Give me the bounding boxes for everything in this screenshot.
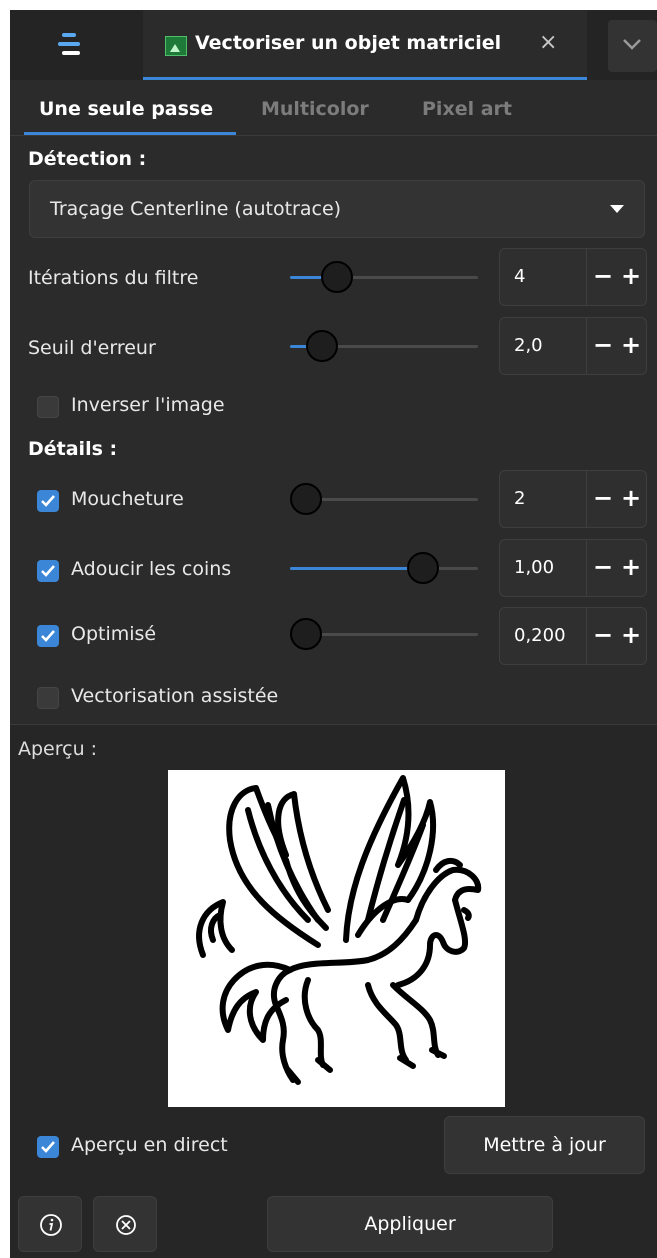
filter-iterations-spinbox[interactable]: 4 − + bbox=[499, 248, 647, 306]
tab-pixel-art[interactable]: Pixel art bbox=[422, 98, 512, 120]
preview-image bbox=[168, 770, 505, 1107]
increment-button[interactable]: + bbox=[621, 262, 641, 290]
info-icon bbox=[40, 1214, 62, 1236]
tab-trace-bitmap[interactable]: Vectoriser un objet matriciel × bbox=[143, 10, 587, 80]
checkmark-icon bbox=[41, 630, 55, 642]
spin-value[interactable]: 2 bbox=[514, 488, 525, 509]
divider bbox=[586, 540, 587, 596]
divider bbox=[10, 135, 657, 136]
image-icon bbox=[165, 36, 187, 56]
apply-button[interactable]: Appliquer bbox=[267, 1196, 553, 1252]
close-icon[interactable]: × bbox=[539, 30, 557, 55]
tab-overflow-button[interactable] bbox=[608, 20, 657, 72]
spin-value[interactable]: 2,0 bbox=[514, 335, 543, 356]
optimize-slider[interactable] bbox=[290, 618, 478, 650]
smooth-corners-checkbox[interactable] bbox=[37, 560, 59, 582]
tab-single-scan[interactable]: Une seule passe bbox=[39, 98, 213, 120]
speckles-checkbox[interactable] bbox=[37, 490, 59, 512]
live-preview-checkbox[interactable] bbox=[37, 1136, 59, 1158]
filter-iterations-slider[interactable] bbox=[290, 261, 478, 293]
decrement-button[interactable]: − bbox=[593, 553, 613, 581]
speckles-label[interactable]: Moucheture bbox=[71, 488, 184, 510]
slider-handle[interactable] bbox=[290, 618, 322, 650]
slider-handle[interactable] bbox=[290, 483, 322, 515]
divider bbox=[586, 318, 587, 374]
update-button[interactable]: Mettre à jour bbox=[444, 1116, 645, 1174]
reset-button[interactable] bbox=[93, 1196, 157, 1252]
pegasus-preview-drawing bbox=[196, 775, 482, 1085]
slider-handle[interactable] bbox=[407, 552, 439, 584]
slider-handle[interactable] bbox=[321, 261, 353, 293]
checkmark-icon bbox=[41, 495, 55, 507]
smooth-corners-label[interactable]: Adoucir les coins bbox=[71, 558, 231, 580]
live-preview-label[interactable]: Aperçu en direct bbox=[71, 1134, 228, 1156]
tab-title: Vectoriser un objet matriciel bbox=[195, 32, 502, 54]
reset-icon bbox=[116, 1215, 136, 1235]
trace-bitmap-panel: Vectoriser un objet matriciel × Une seul… bbox=[10, 10, 657, 1258]
assisted-tracing-checkbox[interactable] bbox=[37, 687, 59, 709]
slider-fill bbox=[290, 567, 423, 570]
decrement-button[interactable]: − bbox=[593, 484, 613, 512]
chevron-down-icon bbox=[623, 39, 641, 50]
slider-handle[interactable] bbox=[306, 330, 338, 362]
info-button[interactable] bbox=[18, 1196, 82, 1252]
increment-button[interactable]: + bbox=[621, 621, 641, 649]
dock-menu-icon[interactable] bbox=[56, 31, 84, 57]
optimize-label[interactable]: Optimisé bbox=[71, 623, 156, 645]
optimize-checkbox[interactable] bbox=[37, 625, 59, 647]
spin-value[interactable]: 0,200 bbox=[514, 625, 566, 646]
spin-value[interactable]: 1,00 bbox=[514, 557, 554, 578]
dropdown-arrow-icon bbox=[610, 205, 624, 213]
filter-iterations-label: Itérations du filtre bbox=[28, 267, 199, 289]
error-threshold-spinbox[interactable]: 2,0 − + bbox=[499, 317, 647, 375]
details-heading: Détails : bbox=[28, 438, 118, 460]
apply-button-label: Appliquer bbox=[364, 1213, 456, 1235]
error-threshold-label: Seuil d'erreur bbox=[28, 337, 156, 359]
error-threshold-slider[interactable] bbox=[290, 330, 478, 362]
assisted-tracing-label[interactable]: Vectorisation assistée bbox=[71, 685, 278, 707]
speckles-slider[interactable] bbox=[290, 483, 478, 515]
speckles-spinbox[interactable]: 2 − + bbox=[499, 470, 647, 528]
decrement-button[interactable]: − bbox=[593, 621, 613, 649]
decrement-button[interactable]: − bbox=[593, 262, 613, 290]
increment-button[interactable]: + bbox=[621, 331, 641, 359]
increment-button[interactable]: + bbox=[621, 484, 641, 512]
increment-button[interactable]: + bbox=[621, 553, 641, 581]
detection-mode-value: Traçage Centerline (autotrace) bbox=[50, 198, 342, 220]
preview-heading: Aperçu : bbox=[18, 738, 98, 760]
optimize-spinbox[interactable]: 0,200 − + bbox=[499, 607, 647, 665]
update-button-label: Mettre à jour bbox=[483, 1134, 606, 1156]
detection-heading: Détection : bbox=[28, 148, 147, 170]
decrement-button[interactable]: − bbox=[593, 331, 613, 359]
tab-multicolor[interactable]: Multicolor bbox=[261, 98, 369, 120]
spin-value[interactable]: 4 bbox=[514, 266, 525, 287]
invert-image-label[interactable]: Inverser l'image bbox=[71, 394, 225, 416]
divider bbox=[586, 471, 587, 527]
smooth-corners-spinbox[interactable]: 1,00 − + bbox=[499, 539, 647, 597]
detection-mode-dropdown[interactable]: Traçage Centerline (autotrace) bbox=[29, 180, 645, 238]
invert-image-checkbox[interactable] bbox=[37, 396, 59, 418]
smooth-corners-slider[interactable] bbox=[290, 552, 478, 584]
divider bbox=[586, 249, 587, 305]
divider bbox=[586, 608, 587, 664]
checkmark-icon bbox=[41, 1141, 55, 1153]
checkmark-icon bbox=[41, 565, 55, 577]
